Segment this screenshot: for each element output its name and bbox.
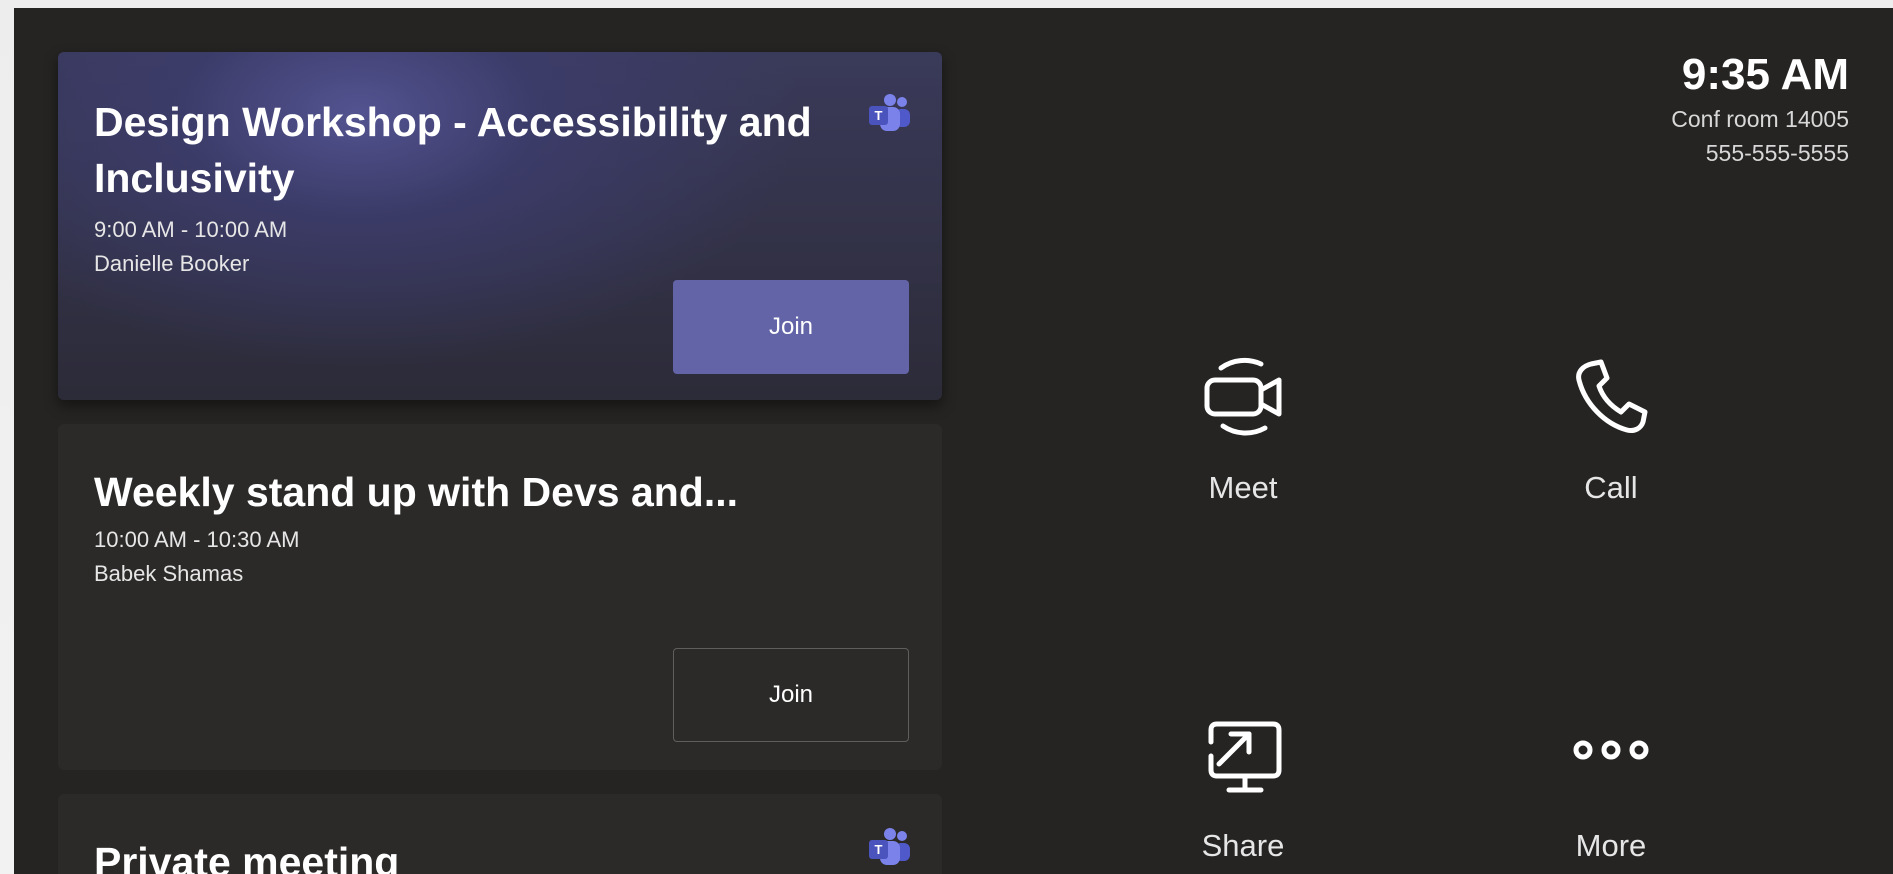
- phone-icon: [1576, 359, 1648, 433]
- meeting-organizer: Babek Shamas: [94, 561, 244, 586]
- call-button[interactable]: Call: [1501, 346, 1721, 516]
- join-button[interactable]: Join: [673, 280, 909, 374]
- screen-share-icon: [1208, 721, 1282, 793]
- meet-label: Meet: [1208, 470, 1278, 505]
- teams-logo-icon: T: [869, 828, 910, 865]
- svg-text:T: T: [875, 108, 883, 123]
- meeting-time: 9:00 AM - 10:00 AM: [94, 217, 288, 242]
- meet-button[interactable]: Meet: [1133, 346, 1353, 516]
- more-button[interactable]: More: [1501, 708, 1721, 874]
- share-label: Share: [1201, 828, 1285, 863]
- svg-text:T: T: [875, 842, 883, 857]
- meeting-time: 10:00 AM - 10:30 AM: [94, 527, 300, 552]
- meeting-organizer: Danielle Booker: [94, 251, 250, 276]
- more-dots-icon: [1573, 740, 1649, 760]
- meeting-card-weekly-standup[interactable]: Weekly stand up with Devs and... 10:00 A…: [58, 424, 942, 770]
- meeting-card-private-meeting[interactable]: Private meeting T: [58, 794, 942, 874]
- teams-room-screen: Design Workshop - Accessibility and Incl…: [14, 8, 1893, 874]
- video-camera-icon: [1204, 357, 1282, 436]
- more-label: More: [1575, 828, 1647, 863]
- meeting-title: Private meeting: [94, 839, 400, 874]
- meeting-card-design-workshop[interactable]: Design Workshop - Accessibility and Incl…: [58, 52, 942, 400]
- teams-logo-icon: T: [869, 94, 910, 131]
- meeting-title: Design Workshop - Accessibility and Incl…: [94, 99, 812, 201]
- clock-time: 9:35 AM: [1681, 50, 1849, 99]
- share-button[interactable]: Share: [1133, 708, 1353, 874]
- room-phone-number: 555-555-5555: [1705, 140, 1849, 166]
- join-button[interactable]: Join: [673, 648, 909, 742]
- room-name: Conf room 14005: [1671, 106, 1849, 132]
- call-label: Call: [1584, 470, 1638, 505]
- meeting-title: Weekly stand up with Devs and...: [94, 469, 739, 515]
